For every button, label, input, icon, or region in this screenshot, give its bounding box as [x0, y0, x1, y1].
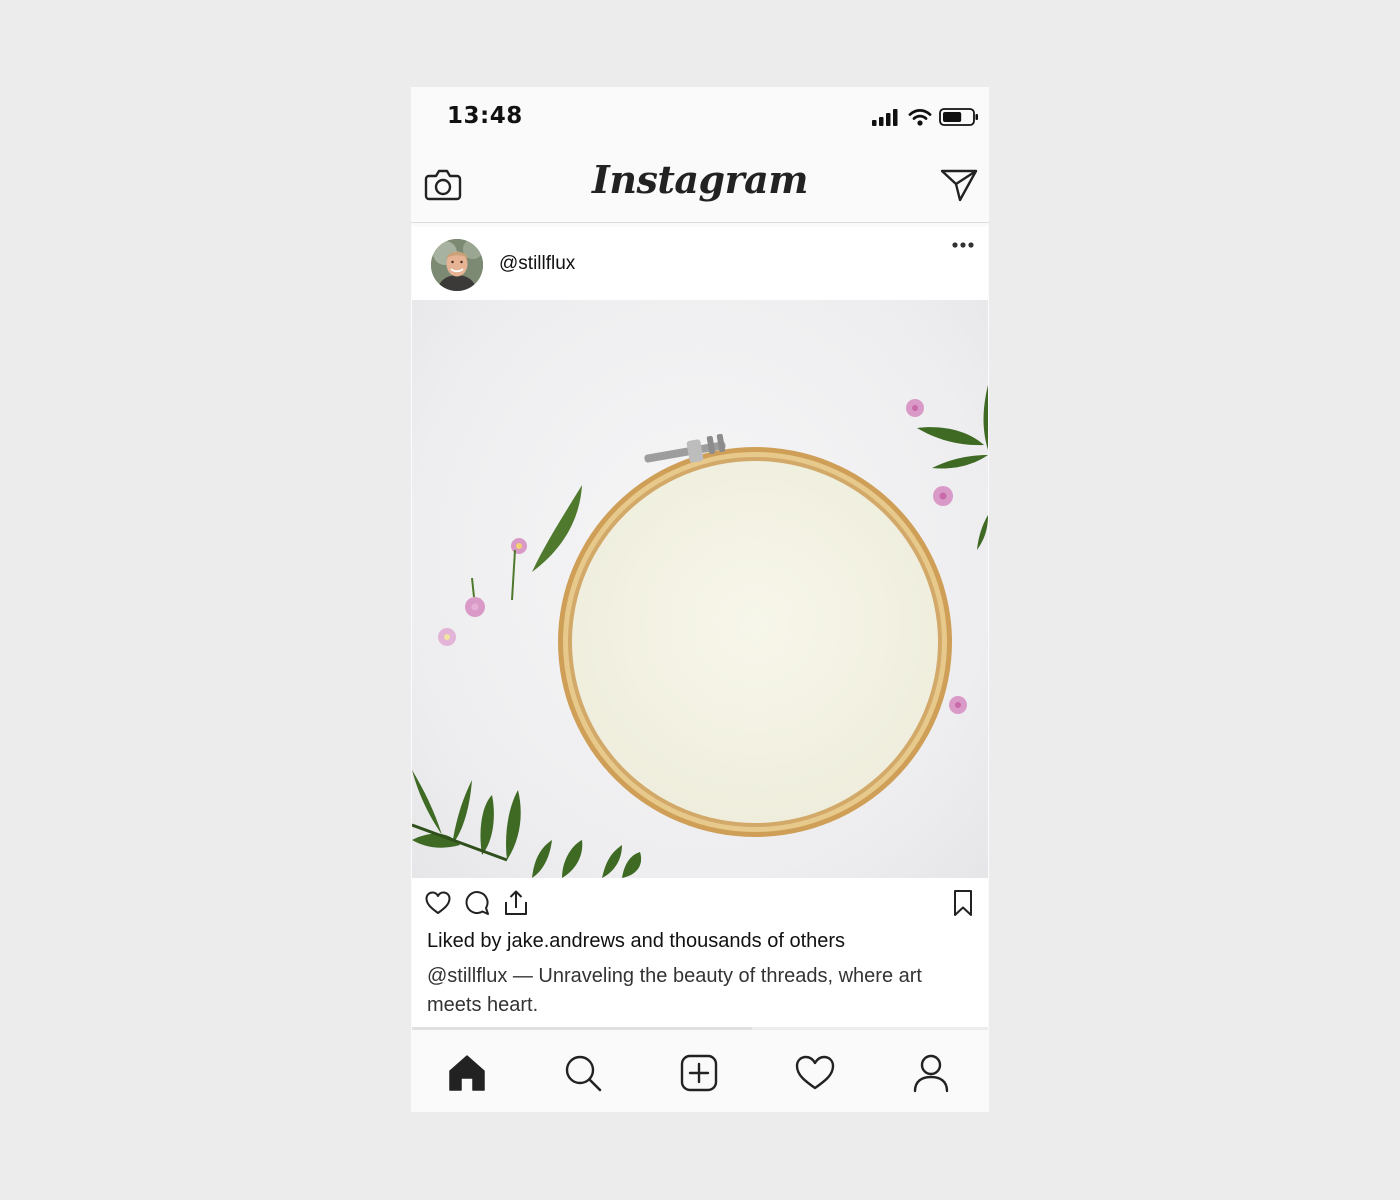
direct-message-button[interactable] [937, 163, 981, 207]
nav-search[interactable] [560, 1050, 606, 1096]
nav-home[interactable] [444, 1050, 490, 1096]
likes-text[interactable]: Liked by jake.andrews and thousands of o… [427, 930, 845, 953]
app-header: Instagram [411, 149, 989, 223]
home-icon [449, 1055, 485, 1091]
nav-profile[interactable] [908, 1050, 954, 1096]
nav-activity[interactable] [792, 1050, 838, 1096]
more-options-button[interactable] [946, 233, 980, 257]
add-post-icon [680, 1054, 718, 1092]
direct-message-icon [940, 169, 978, 202]
more-options-icon [952, 242, 974, 248]
wifi-icon [908, 108, 932, 126]
post-header: @stillflux [412, 227, 988, 300]
bottom-nav [411, 1030, 989, 1112]
post-image[interactable] [412, 300, 988, 878]
avatar[interactable] [431, 239, 483, 291]
flowers-left [438, 538, 527, 646]
save-button[interactable] [948, 888, 978, 918]
status-time: 13:48 [447, 103, 523, 129]
bookmark-icon [954, 890, 972, 916]
signal-icon [872, 109, 898, 126]
status-bar: 13:48 [411, 87, 989, 149]
comment-icon [465, 891, 489, 915]
search-icon [565, 1055, 602, 1092]
share-icon [505, 890, 527, 915]
post-username[interactable]: @stillflux [499, 253, 575, 275]
phone-screen: 13:48 Instagram @stillflux Liked by jake… [411, 87, 989, 1112]
heart-icon [425, 891, 451, 914]
like-button[interactable] [423, 888, 453, 918]
leaves-right [917, 385, 988, 550]
leaves-bottom-left [412, 770, 642, 878]
post-actions: Liked by jake.andrews and thousands of o… [412, 878, 988, 1030]
post-caption: @stillflux — Unraveling the beauty of th… [427, 965, 922, 1016]
comment-button[interactable] [462, 888, 492, 918]
heart-icon [795, 1055, 835, 1090]
leaf-upper-left [532, 485, 582, 572]
profile-icon [913, 1054, 949, 1093]
nav-new-post[interactable] [676, 1050, 722, 1096]
avatar-photo [431, 239, 483, 291]
battery-icon [939, 108, 978, 126]
embroidery-hoop-photo [412, 385, 988, 878]
share-button[interactable] [501, 888, 531, 918]
app-logo[interactable]: Instagram [411, 157, 989, 202]
